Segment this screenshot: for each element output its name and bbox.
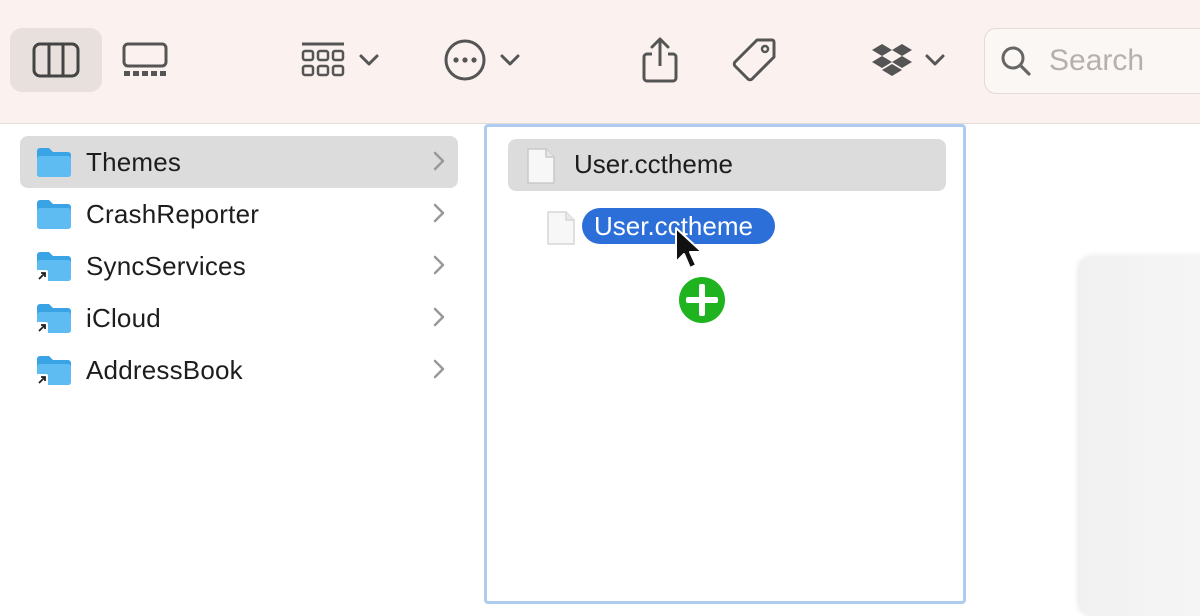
folder-label: SyncServices — [86, 250, 246, 281]
share-button[interactable] — [628, 28, 692, 92]
folder-icon — [37, 148, 71, 177]
column-view-icon — [32, 42, 80, 78]
folder-row-icloud[interactable]: iCloud — [20, 292, 458, 344]
arrow-cursor-icon — [675, 227, 703, 269]
gallery-view-icon — [122, 42, 168, 76]
folder-row-syncservices[interactable]: SyncServices — [20, 240, 458, 292]
search-icon — [999, 44, 1033, 78]
folder-row-themes[interactable]: Themes — [20, 136, 458, 188]
drag-ghost: User.cctheme — [540, 200, 810, 326]
dropbox-button[interactable] — [864, 28, 954, 92]
document-icon — [527, 148, 555, 184]
chevron-right-icon — [433, 359, 445, 379]
chevron-right-icon — [433, 151, 445, 171]
gallery-view-button[interactable] — [110, 28, 180, 92]
folder-icon — [37, 200, 71, 229]
tag-icon — [732, 38, 776, 82]
dropbox-icon — [872, 44, 912, 76]
folder-label: CrashReporter — [86, 198, 260, 229]
folder-label: iCloud — [86, 302, 161, 333]
preview-panel — [1080, 256, 1200, 616]
column-library: Themes CrashReporter SyncServices iCloud… — [0, 124, 484, 600]
alias-folder-icon — [36, 356, 71, 386]
alias-folder-icon — [36, 304, 71, 334]
share-icon — [642, 37, 678, 83]
copy-plus-badge-icon — [676, 274, 728, 326]
ellipsis-circle-icon — [444, 39, 486, 81]
folder-label: Themes — [86, 146, 182, 177]
action-menu-button[interactable] — [432, 28, 532, 92]
group-by-button[interactable] — [290, 28, 390, 92]
column-view-button[interactable] — [10, 28, 102, 92]
alias-folder-icon — [36, 252, 71, 282]
folder-label: AddressBook — [86, 354, 243, 385]
chevron-down-icon — [500, 54, 520, 66]
grid-icon — [301, 42, 345, 77]
column-themes-drop-target[interactable]: User.cctheme — [484, 124, 966, 604]
search-field[interactable] — [984, 28, 1200, 94]
chevron-right-icon — [433, 307, 445, 327]
folder-row-addressbook[interactable]: AddressBook — [20, 344, 458, 396]
chevron-down-icon — [925, 54, 945, 66]
tags-button[interactable] — [722, 28, 786, 92]
file-label: User.cctheme — [574, 149, 733, 179]
chevron-right-icon — [433, 203, 445, 223]
document-icon — [547, 211, 575, 245]
chevron-right-icon — [433, 255, 445, 275]
chevron-down-icon — [359, 54, 379, 66]
file-row-user-cctheme[interactable]: User.cctheme — [508, 139, 946, 191]
folder-row-crashreporter[interactable]: CrashReporter — [20, 188, 458, 240]
search-input[interactable] — [1047, 43, 1200, 79]
toolbar — [0, 0, 1200, 124]
